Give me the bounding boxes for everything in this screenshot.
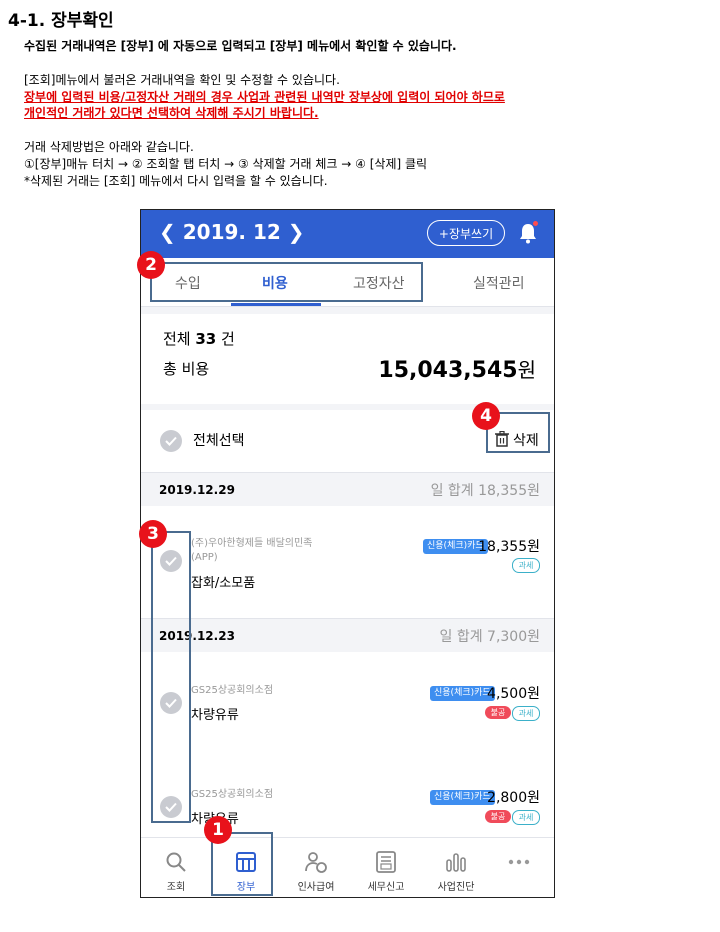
payroll-icon	[305, 852, 327, 873]
expense-category: 잡화/소모품	[191, 576, 256, 591]
doc-intro: 수집된 거래내역은 [장부] 에 자동으로 입력되고 [장부] 메뉴에서 확인할…	[24, 39, 457, 53]
nav-label: 세무신고	[367, 882, 405, 893]
doc-delete-note: *삭제된 거래는 [조회] 메뉴에서 다시 입력을 할 수 있습니다.	[24, 174, 328, 188]
nav-item-payroll[interactable]: 인사급여	[281, 838, 351, 897]
nav-label: 인사급여	[297, 882, 335, 893]
count-suffix: 건	[216, 330, 235, 348]
step-badge-2: 2	[137, 251, 165, 279]
nav-label: 사업진단	[437, 882, 475, 893]
transaction-amount: 2,800원	[487, 790, 540, 806]
nav-label: 조회	[166, 882, 186, 893]
next-month-icon[interactable]: ❯	[288, 220, 305, 244]
doc-delete-title: 거래 삭제방법은 아래와 같습니다.	[24, 140, 194, 154]
step-badge-1: 1	[204, 816, 232, 844]
non-deductible-badge: 불공	[485, 810, 511, 823]
tax-icon	[376, 851, 396, 873]
transaction-row[interactable]: (주)우아한형제들 배달의민족 (APP) 잡화/소모품 신용(체크)카드 18…	[141, 506, 554, 619]
doc-edit-note: [조회]메뉴에서 불러온 거래내역을 확인 및 수정할 수 있습니다.	[24, 73, 340, 87]
doc-warning-2: 개인적인 거래가 있다면 선택하여 삭제해 주시기 바랍니다.	[24, 106, 319, 120]
nav-item-tax-filing[interactable]: 세무신고	[351, 838, 421, 897]
merchant-name-line1: (주)우아한형제들 배달의민족	[191, 538, 313, 549]
active-tab-indicator	[231, 303, 321, 306]
transaction-amount: 18,355원	[478, 539, 540, 555]
month-selector[interactable]: ❮ 2019. 12 ❯	[159, 220, 305, 244]
merchant-name: GS25상공회의소점	[191, 789, 274, 800]
step-badge-3: 3	[139, 520, 167, 548]
more-icon	[508, 859, 530, 865]
group-daily-total: 일 합계 7,300원	[439, 629, 541, 645]
app-header: ❮ 2019. 12 ❯ +장부쓰기	[141, 210, 554, 258]
transaction-amount: 4,500원	[487, 686, 540, 702]
total-expense-amount: 15,043,545원	[378, 354, 536, 383]
payment-method-badge: 신용(체크)카드	[430, 790, 495, 805]
phone-screen: ❮ 2019. 12 ❯ +장부쓰기 수입 비용 고정자산 실적관리 전체 33…	[140, 209, 555, 898]
nav-item-more[interactable]	[484, 838, 554, 897]
nav-item-inquiry[interactable]: 조회	[141, 838, 211, 897]
tax-type-badge: 과세	[512, 706, 540, 721]
date-group-header: 2019.12.29 일 합계 18,355원	[141, 474, 554, 506]
total-amount-value: 15,043,545	[378, 358, 518, 383]
tab-performance[interactable]: 실적관리	[473, 273, 525, 293]
total-count: 전체 33 건	[163, 328, 235, 349]
total-expense-label: 총 비용	[163, 360, 210, 378]
payment-method-badge: 신용(체크)카드	[430, 686, 495, 701]
annotation-box-tabs	[150, 262, 423, 302]
transaction-row[interactable]: GS25상공회의소점 차량유류 신용(체크)카드 2,800원 불공 과세	[141, 756, 554, 837]
chart-icon	[446, 853, 466, 872]
step-badge-4: 4	[472, 402, 500, 430]
date-group-header: 2019.12.23 일 합계 7,300원	[141, 620, 554, 652]
month-label: 2019. 12	[182, 220, 281, 244]
prev-month-icon[interactable]: ❮	[159, 220, 176, 244]
doc-title: 4-1. 장부확인	[8, 11, 114, 31]
transaction-row[interactable]: GS25상공회의소점 차량유류 신용(체크)카드 4,500원 불공 과세	[141, 652, 554, 757]
doc-warning-1: 장부에 입력된 비용/고정자산 거래의 경우 사업과 관련된 내역만 장부상에 …	[24, 90, 505, 104]
annotation-box-checkboxes	[151, 531, 191, 823]
notification-dot	[533, 221, 538, 226]
select-all-checkbox[interactable]	[160, 430, 182, 452]
merchant-name: GS25상공회의소점	[191, 685, 274, 696]
search-icon	[166, 852, 186, 872]
group-daily-total: 일 합계 18,355원	[430, 483, 540, 499]
tax-type-badge: 과세	[512, 558, 540, 573]
nav-item-business-diagnosis[interactable]: 사업진단	[421, 838, 491, 897]
expense-summary: 전체 33 건 총 비용 15,043,545원	[141, 314, 554, 404]
bottom-nav: 조회 장부 인사급여 세무신고 사업진단	[141, 837, 554, 897]
write-ledger-button[interactable]: +장부쓰기	[427, 220, 505, 246]
won-unit: 원	[517, 358, 536, 382]
count-prefix: 전체	[163, 330, 196, 348]
select-all-label: 전체선택	[193, 433, 245, 449]
tax-type-badge: 과세	[512, 810, 540, 825]
non-deductible-badge: 불공	[485, 706, 511, 719]
count-value: 33	[195, 330, 217, 348]
check-icon	[165, 436, 177, 446]
group-date: 2019.12.29	[159, 483, 235, 497]
merchant-name-line2: (APP)	[191, 552, 218, 563]
merchant-name: (주)우아한형제들 배달의민족 (APP)	[191, 537, 312, 565]
expense-category: 차량유류	[191, 708, 239, 723]
doc-delete-steps: ①[장부]매뉴 터치 → ② 조회할 탭 터치 → ③ 삭제할 거래 체크 → …	[24, 157, 428, 171]
